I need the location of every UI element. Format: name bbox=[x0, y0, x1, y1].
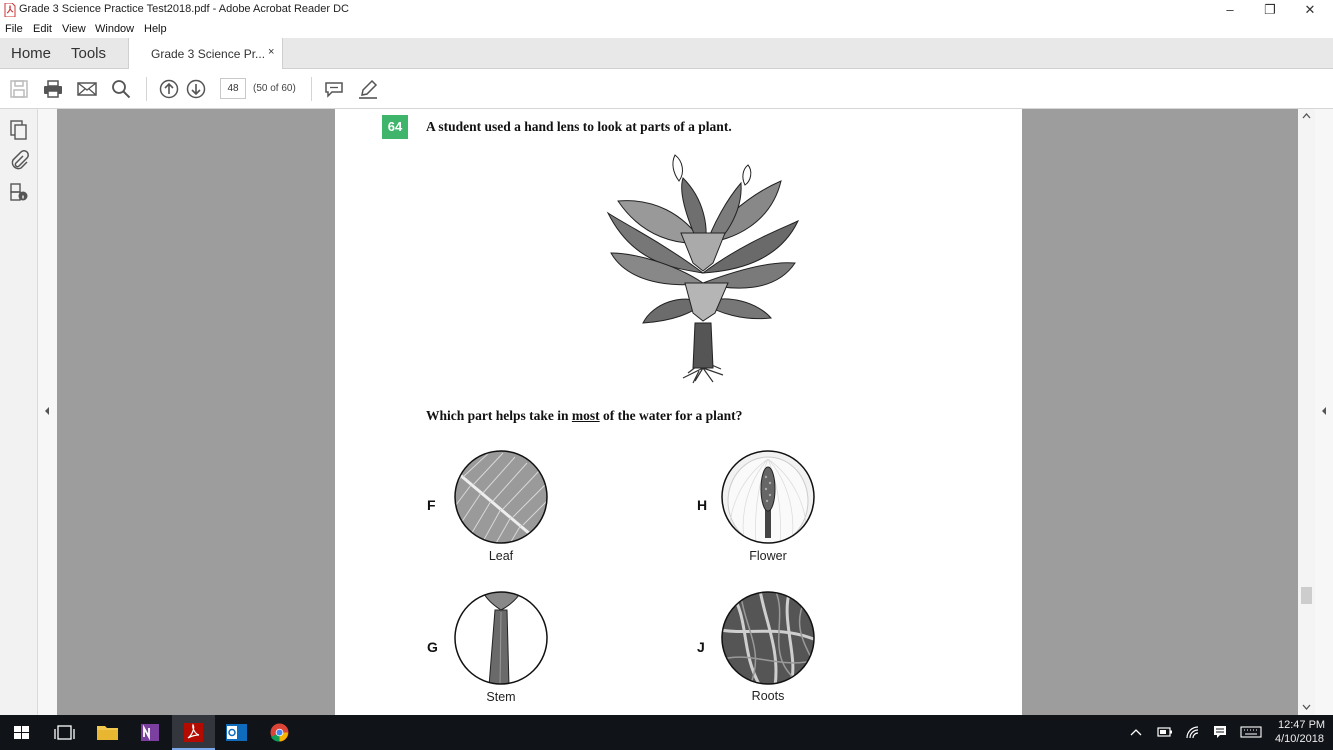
highlight-pen-icon[interactable] bbox=[357, 78, 379, 100]
plant-illustration bbox=[606, 154, 800, 384]
collapse-arrow-right-icon bbox=[1322, 407, 1326, 415]
option-letter: H bbox=[697, 497, 708, 513]
windows-taskbar: 12:47 PM 4/10/2018 bbox=[0, 715, 1333, 750]
task-view-icon[interactable] bbox=[43, 715, 86, 750]
save-icon[interactable] bbox=[8, 78, 30, 100]
option-letter: J bbox=[697, 639, 705, 655]
page-thumbnails-icon[interactable] bbox=[8, 119, 30, 141]
stem-closeup-image bbox=[454, 591, 548, 685]
next-page-icon[interactable] bbox=[185, 78, 207, 100]
question-prompt: Which part helps take in most of the wat… bbox=[426, 408, 742, 424]
collapse-arrow-left-icon bbox=[45, 407, 49, 415]
pdf-page: 64 A student used a hand lens to look at… bbox=[335, 109, 1022, 715]
outlook-icon[interactable] bbox=[215, 715, 258, 750]
keyboard-icon[interactable] bbox=[1240, 726, 1262, 738]
menu-edit[interactable]: Edit bbox=[33, 23, 52, 35]
file-explorer-icon[interactable] bbox=[86, 715, 129, 750]
page-number-input[interactable]: 48 bbox=[220, 78, 246, 99]
print-icon[interactable] bbox=[42, 78, 64, 100]
menu-window[interactable]: Window bbox=[95, 23, 134, 35]
tab-document-label: Grade 3 Science Pr... bbox=[151, 47, 266, 61]
option-caption: Leaf bbox=[488, 549, 514, 563]
clock-time[interactable]: 12:47 PM bbox=[1278, 719, 1325, 731]
menu-help[interactable]: Help bbox=[144, 23, 167, 35]
left-panel-toggle[interactable] bbox=[38, 109, 57, 715]
title-bar: Grade 3 Science Practice Test2018.pdf - … bbox=[0, 0, 1333, 20]
tab-home[interactable]: Home bbox=[11, 45, 51, 62]
flower-closeup-image bbox=[721, 450, 815, 544]
scroll-down-icon[interactable] bbox=[1302, 703, 1311, 711]
question-stem: A student used a hand lens to look at pa… bbox=[426, 119, 732, 134]
option-letter: G bbox=[427, 639, 438, 655]
toolbar bbox=[0, 69, 1333, 109]
scroll-up-icon[interactable] bbox=[1302, 112, 1311, 120]
menu-view[interactable]: View bbox=[62, 23, 86, 35]
email-icon[interactable] bbox=[76, 78, 98, 100]
tab-tools[interactable]: Tools bbox=[71, 45, 106, 62]
vertical-scrollbar[interactable] bbox=[1298, 109, 1315, 715]
question-prompt-start: Which part helps take in bbox=[426, 408, 572, 423]
menu-bar: File Edit View Window Help bbox=[0, 20, 1333, 38]
right-panel-toggle[interactable] bbox=[1315, 109, 1333, 715]
menu-file[interactable]: File bbox=[5, 23, 23, 35]
attachments-icon[interactable] bbox=[8, 149, 30, 171]
tab-bar: Home Tools Grade 3 Science Pr... × bbox=[0, 38, 1333, 69]
chrome-icon[interactable] bbox=[258, 715, 301, 750]
search-icon[interactable] bbox=[110, 78, 132, 100]
close-window-button[interactable]: ✕ bbox=[1290, 0, 1330, 20]
wifi-icon[interactable] bbox=[1185, 725, 1201, 739]
clock-date[interactable]: 4/10/2018 bbox=[1275, 733, 1324, 745]
windows-start-icon[interactable] bbox=[0, 715, 43, 750]
option-letter: F bbox=[427, 497, 436, 513]
document-viewer[interactable]: 64 A student used a hand lens to look at… bbox=[57, 109, 1298, 715]
question-prompt-emphasis: most bbox=[571, 408, 600, 423]
minimize-button[interactable]: – bbox=[1210, 0, 1250, 20]
tab-document[interactable]: Grade 3 Science Pr... × bbox=[128, 38, 283, 69]
layers-icon[interactable] bbox=[8, 181, 30, 203]
scrollbar-thumb[interactable] bbox=[1301, 587, 1312, 604]
pdf-file-icon bbox=[4, 3, 16, 17]
previous-page-icon[interactable] bbox=[158, 78, 180, 100]
window-title: Grade 3 Science Practice Test2018.pdf - … bbox=[19, 3, 349, 15]
battery-icon[interactable] bbox=[1157, 726, 1173, 738]
page-count-label: (50 of 60) bbox=[253, 83, 296, 94]
left-navigation-panel bbox=[0, 109, 38, 715]
leaf-closeup-image bbox=[454, 450, 548, 544]
acrobat-reader-icon[interactable] bbox=[172, 715, 215, 750]
close-tab-icon[interactable]: × bbox=[268, 46, 274, 58]
toolbar-separator bbox=[146, 77, 147, 101]
notifications-icon[interactable] bbox=[1212, 725, 1228, 739]
option-caption: Roots bbox=[751, 689, 785, 703]
roots-closeup-image bbox=[721, 591, 815, 685]
option-caption: Flower bbox=[749, 549, 787, 563]
toolbar-separator bbox=[311, 77, 312, 101]
question-number-badge: 64 bbox=[382, 115, 408, 139]
onenote-icon[interactable] bbox=[129, 715, 172, 750]
show-hidden-icons-icon[interactable] bbox=[1130, 727, 1142, 737]
option-caption: Stem bbox=[486, 690, 516, 704]
question-prompt-end: of the water for a plant? bbox=[599, 408, 743, 423]
restore-button[interactable]: ❐ bbox=[1250, 0, 1290, 20]
comment-icon[interactable] bbox=[323, 78, 345, 100]
